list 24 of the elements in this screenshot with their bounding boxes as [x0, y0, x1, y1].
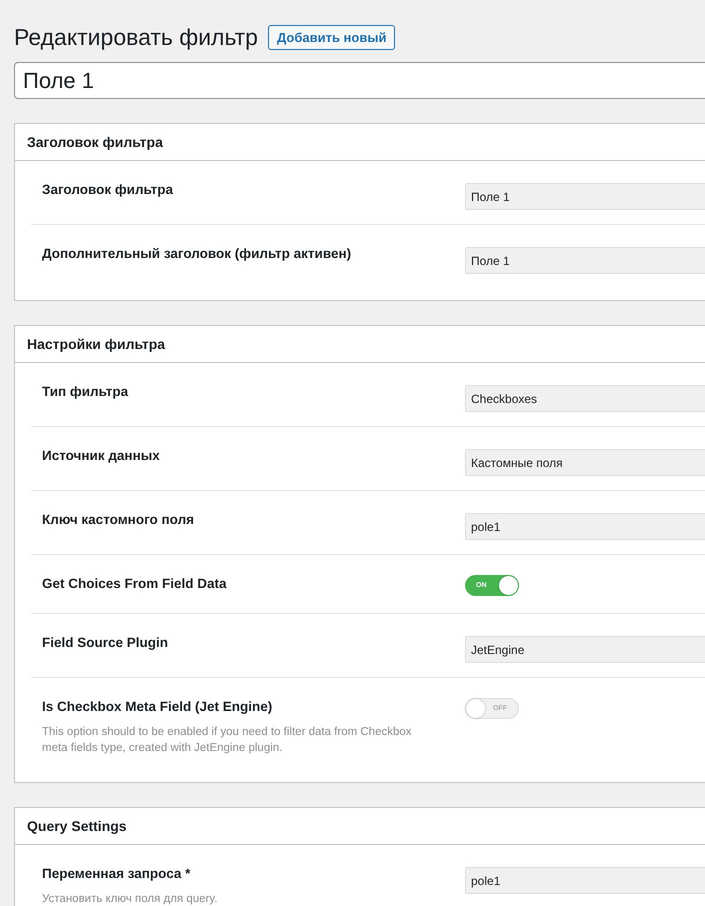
field-label: Ключ кастомного поля: [42, 511, 196, 529]
field-label: Тип фильтра: [42, 383, 130, 401]
page-title: Редактировать фильтр: [14, 24, 258, 50]
field-label: Is Checkbox Meta Field (Jet Engine): [42, 698, 274, 716]
input-field[interactable]: pole1: [465, 867, 705, 894]
title-field[interactable]: Поле 1: [14, 62, 705, 99]
input-field[interactable]: Поле 1: [465, 247, 705, 274]
field-label: Переменная запроса *: [42, 865, 192, 883]
select-field[interactable]: JetEngine: [465, 636, 705, 663]
field-description: This option should to be enabled if you need to filter data from Checkbox meta fields type, created with JetEngine plugin.: [42, 725, 413, 756]
panel-title: Настройки фильтра: [15, 326, 705, 363]
field-label: Field Source Plugin: [42, 634, 170, 652]
panel-title: Query Settings: [15, 808, 705, 845]
field-label: Get Choices From Field Data: [42, 575, 228, 593]
field-description: Установить ключ поля для query.: [42, 892, 218, 906]
select-field[interactable]: Кастомные поля: [465, 449, 705, 476]
input-field[interactable]: pole1: [465, 513, 705, 540]
select-field[interactable]: Checkboxes: [465, 385, 705, 412]
field-label: Дополнительный заголовок (фильтр активен): [42, 245, 352, 263]
input-field[interactable]: Поле 1: [465, 183, 705, 210]
field-label: Источник данных: [42, 447, 161, 465]
field-label: Заголовок фильтра: [42, 181, 174, 199]
panel-title: Заголовок фильтра: [15, 124, 705, 161]
add-new-button[interactable]: Добавить новый: [268, 24, 396, 50]
